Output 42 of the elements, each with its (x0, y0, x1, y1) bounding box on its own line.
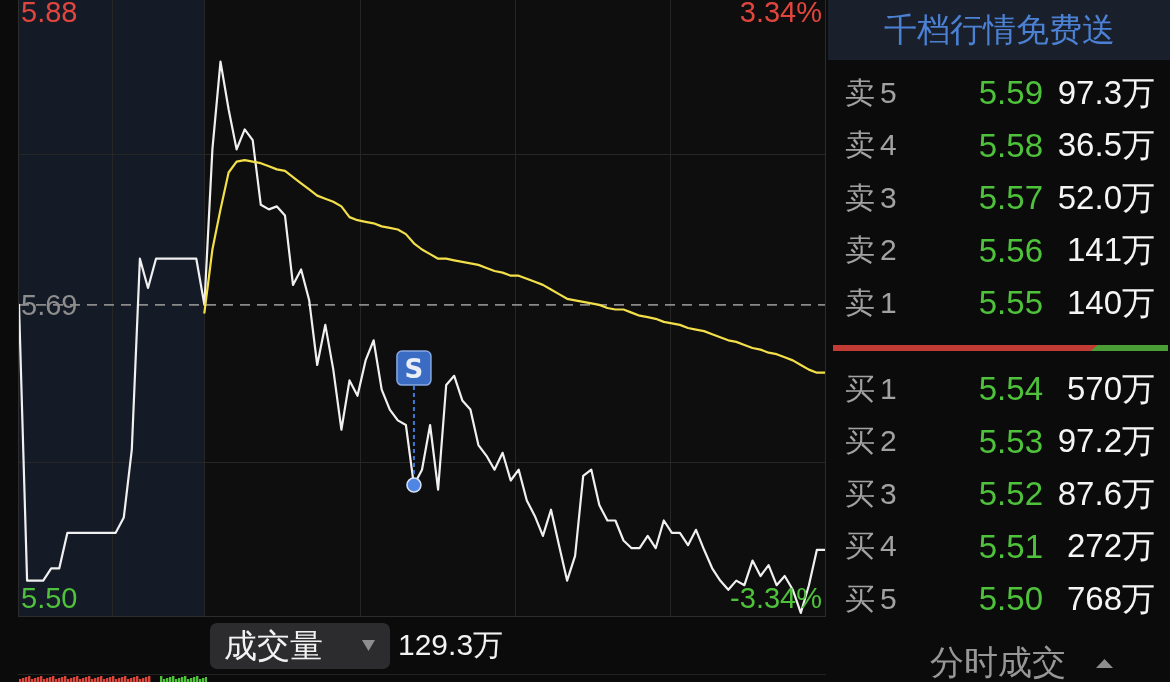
ask-volume: 36.5万 (1056, 125, 1155, 166)
caret-icon (362, 640, 375, 651)
bid-volume: 768万 (1065, 578, 1155, 619)
promo-banner[interactable]: 千档行情免费送 (828, 0, 1170, 60)
bid-volume: 97.2万 (1056, 421, 1155, 462)
annotation: S (404, 353, 424, 384)
ask-label: 卖4 (845, 127, 902, 164)
ask-price: 5.55 (977, 284, 1043, 323)
ask-price: 5.58 (977, 126, 1043, 165)
ask-volume: 52.0万 (1056, 177, 1155, 218)
bid-volume: 87.6万 (1056, 473, 1155, 514)
bid-label: 买5 (845, 580, 902, 617)
ask-volume: 97.3万 (1056, 72, 1155, 113)
bid-label: 买1 (845, 370, 902, 407)
ask-volume: 140万 (1065, 282, 1155, 323)
signal-badge[interactable]: S (396, 350, 432, 386)
bid-label: 买4 (845, 528, 902, 565)
bid-price: 5.53 (977, 422, 1043, 461)
bid-price: 5.54 (977, 370, 1043, 409)
bid-price: 5.50 (977, 580, 1043, 619)
ask-price: 5.56 (977, 231, 1043, 270)
price-axis-label: 5.50 (21, 581, 78, 614)
percent-axis-label: 3.34% (739, 0, 822, 29)
bid-price: 5.52 (977, 475, 1043, 514)
caret-icon (1096, 658, 1113, 668)
ask-volume: 141万 (1065, 230, 1155, 271)
indicator-dropdown[interactable]: 成交量 (210, 622, 390, 669)
bid-label: 买3 (845, 475, 902, 512)
ask-label: 卖2 (845, 232, 902, 269)
trades-toggle[interactable]: 分时成交 (930, 644, 1113, 682)
ask-label: 卖5 (845, 74, 902, 111)
bid-label: 买2 (845, 423, 902, 460)
bid-price: 5.51 (977, 527, 1043, 566)
marker-pin-icon (406, 385, 422, 493)
bid-volume: 272万 (1065, 526, 1155, 567)
ask-label: 卖3 (845, 179, 902, 216)
volume-reading: 129.3万 (398, 627, 504, 663)
bid-volume: 570万 (1065, 368, 1155, 409)
ask-price: 5.59 (977, 74, 1043, 113)
price-axis-label: 5.88 (21, 0, 78, 29)
ask-label: 卖1 (845, 284, 902, 321)
ask-price: 5.57 (977, 179, 1043, 218)
